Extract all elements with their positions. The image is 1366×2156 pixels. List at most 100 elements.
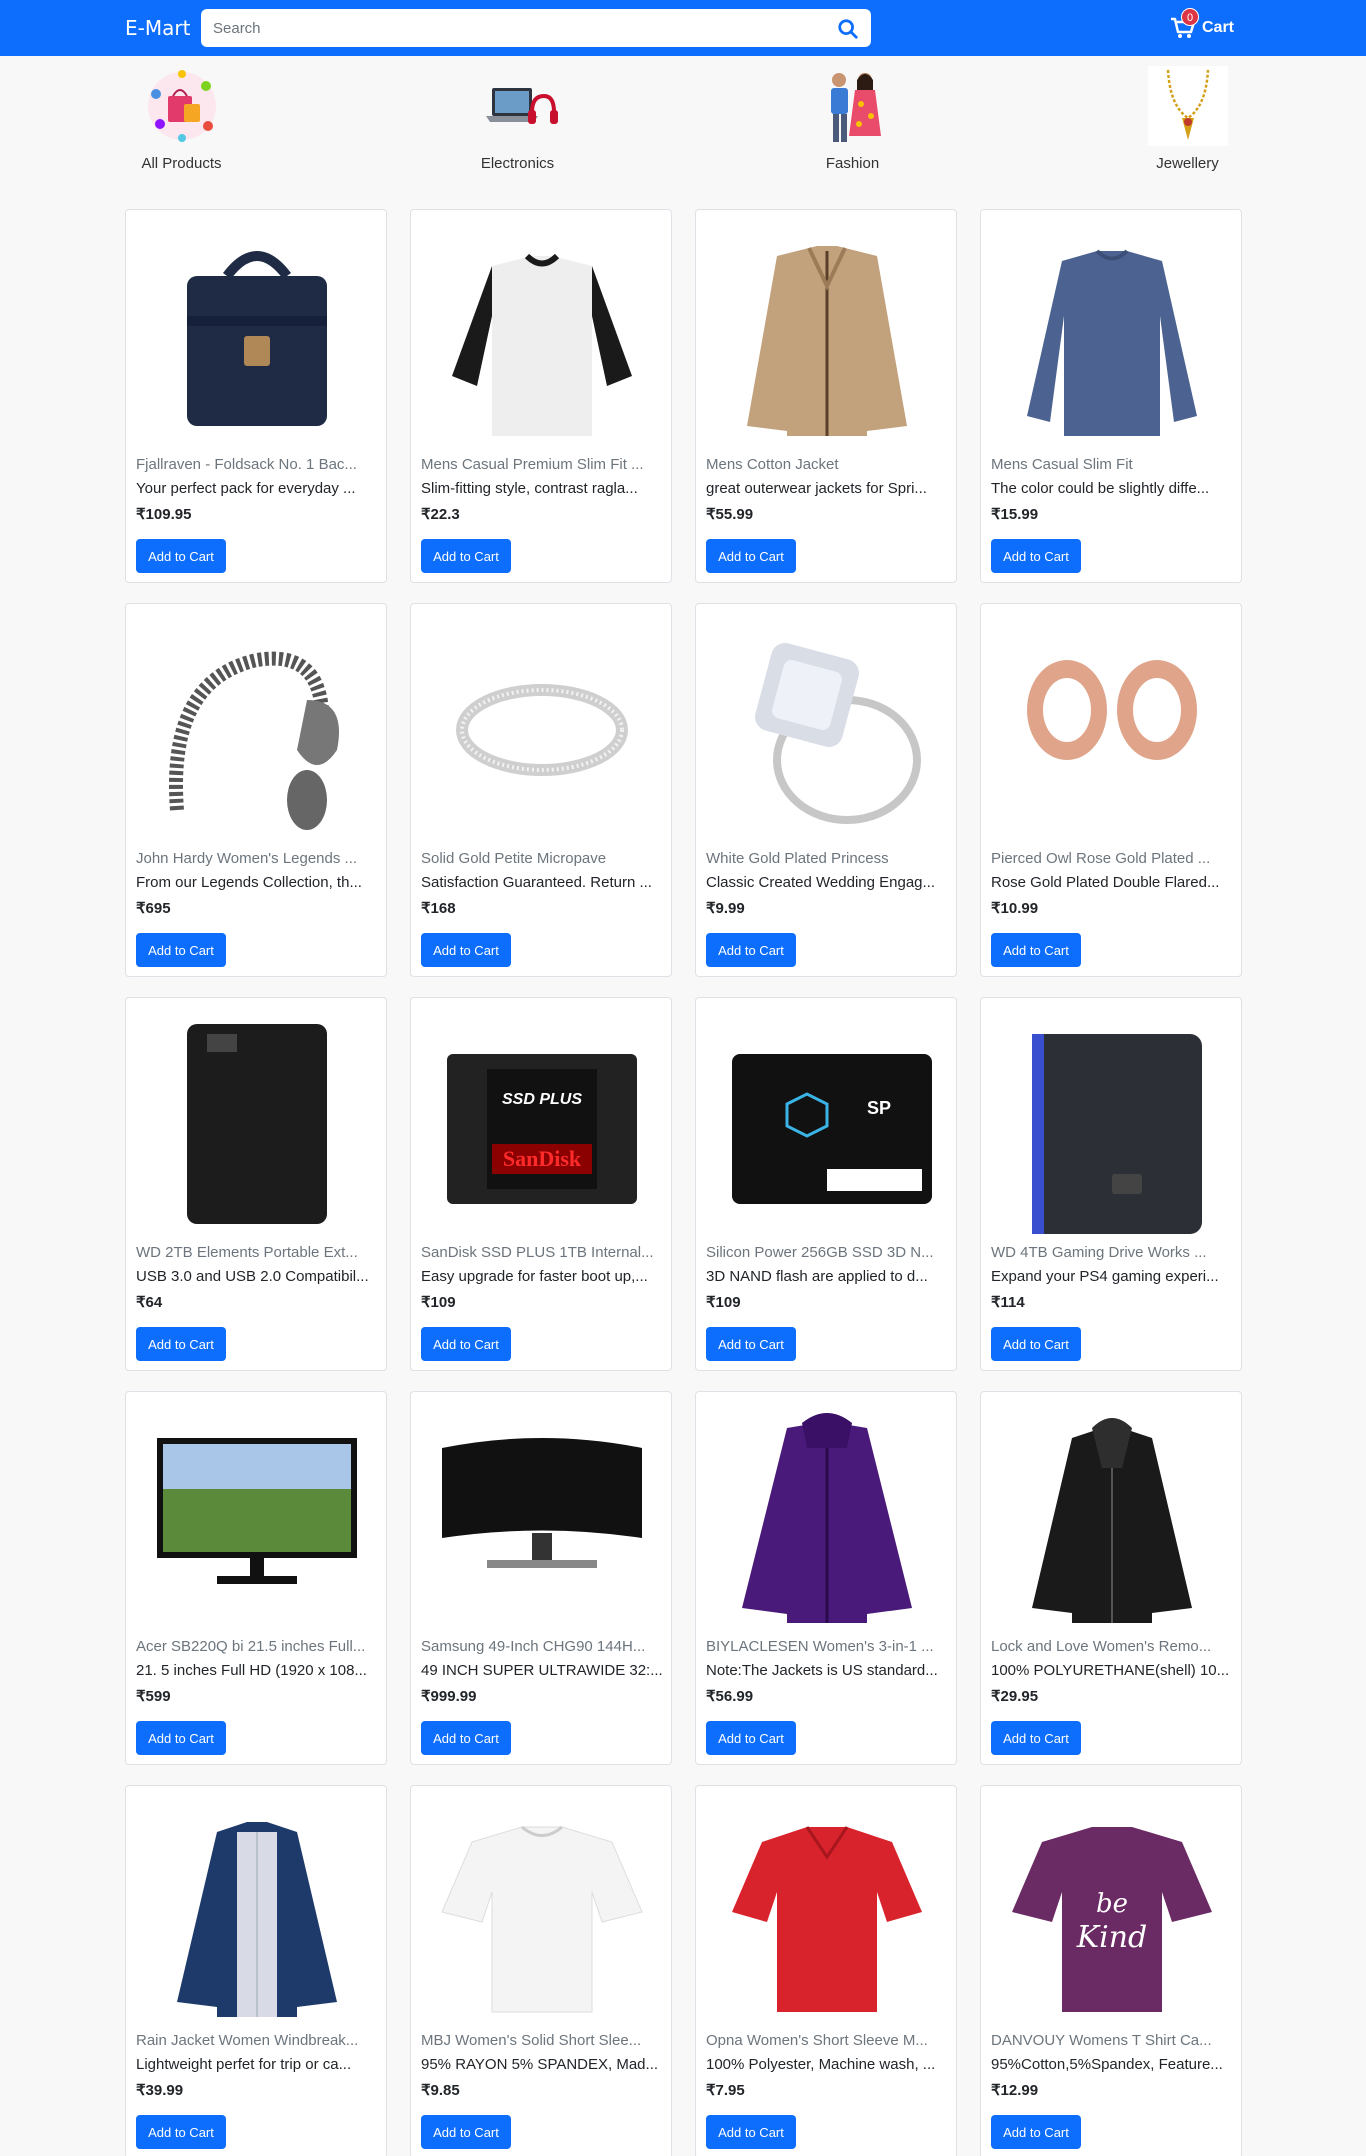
product-price: ₹109 — [706, 1294, 741, 1311]
product-title[interactable]: SanDisk SSD PLUS 1TB Internal... — [421, 1244, 667, 1261]
add-to-cart-button[interactable]: Add to Cart — [136, 1721, 226, 1755]
product-card[interactable]: Solid Gold Petite Micropave Satisfaction … — [410, 603, 672, 977]
product-image[interactable] — [425, 1798, 659, 2026]
product-image[interactable]: SP — [710, 1010, 944, 1238]
product-card[interactable]: SSD PLUS SanDisk SanDisk SSD PLUS 1TB Inte… — [410, 997, 672, 1371]
product-image[interactable] — [710, 1798, 944, 2026]
product-title[interactable]: Pierced Owl Rose Gold Plated ... — [991, 850, 1237, 867]
product-title[interactable]: Rain Jacket Women Windbreak... — [136, 2032, 382, 2049]
product-image[interactable] — [140, 1798, 374, 2026]
product-card[interactable]: Mens Casual Slim Fit The color could be s… — [980, 209, 1242, 583]
product-image[interactable] — [995, 222, 1229, 450]
product-card[interactable]: SP Silicon Power 256GB SSD 3D N... 3D NAND… — [695, 997, 957, 1371]
product-card[interactable]: Samsung 49-Inch CHG90 144H... 49 INCH SUP… — [410, 1391, 672, 1765]
category-all-products[interactable]: All Products — [134, 66, 229, 172]
product-title[interactable]: Mens Casual Slim Fit — [991, 456, 1237, 473]
add-to-cart-button[interactable]: Add to Cart — [706, 539, 796, 573]
add-to-cart-button[interactable]: Add to Cart — [421, 933, 511, 967]
add-to-cart-button[interactable]: Add to Cart — [991, 539, 1081, 573]
category-label: All Products — [141, 155, 222, 172]
product-price: ₹10.99 — [991, 900, 1039, 917]
add-to-cart-button[interactable]: Add to Cart — [136, 2115, 226, 2149]
product-cotton-jacket-image — [747, 246, 907, 436]
search-input[interactable] — [213, 9, 813, 47]
category-electronics[interactable]: Electronics — [470, 66, 565, 172]
product-image[interactable]: be Kind — [995, 1798, 1229, 2026]
product-title[interactable]: Silicon Power 256GB SSD 3D N... — [706, 1244, 952, 1261]
product-title[interactable]: Mens Cotton Jacket — [706, 456, 952, 473]
product-title[interactable]: Solid Gold Petite Micropave — [421, 850, 667, 867]
product-title[interactable]: Lock and Love Women's Remo... — [991, 1638, 1237, 1655]
product-card[interactable]: White Gold Plated Princess Classic Create… — [695, 603, 957, 977]
product-image[interactable] — [995, 1010, 1229, 1238]
product-title[interactable]: John Hardy Women's Legends ... — [136, 850, 382, 867]
product-title[interactable]: Acer SB220Q bi 21.5 inches Full... — [136, 1638, 382, 1655]
add-to-cart-button[interactable]: Add to Cart — [136, 1327, 226, 1361]
add-to-cart-button[interactable]: Add to Cart — [706, 1721, 796, 1755]
product-image[interactable] — [140, 616, 374, 844]
product-card[interactable]: Pierced Owl Rose Gold Plated ... Rose Gol… — [980, 603, 1242, 977]
product-title[interactable]: WD 2TB Elements Portable Ext... — [136, 1244, 382, 1261]
category-fashion[interactable]: Fashion — [805, 66, 900, 172]
add-to-cart-button[interactable]: Add to Cart — [991, 1327, 1081, 1361]
product-price: ₹114 — [991, 1294, 1025, 1311]
add-to-cart-button[interactable]: Add to Cart — [421, 1721, 511, 1755]
product-image[interactable] — [425, 222, 659, 450]
product-title[interactable]: BIYLACLESEN Women's 3-in-1 ... — [706, 1638, 952, 1655]
product-title[interactable]: White Gold Plated Princess — [706, 850, 952, 867]
product-card[interactable]: Fjallraven - Foldsack No. 1 Bac... Your p… — [125, 209, 387, 583]
add-to-cart-button[interactable]: Add to Cart — [706, 1327, 796, 1361]
brand-logo[interactable]: E-Mart — [125, 16, 190, 40]
add-to-cart-button[interactable]: Add to Cart — [421, 1327, 511, 1361]
add-to-cart-button[interactable]: Add to Cart — [136, 539, 226, 573]
product-title[interactable]: WD 4TB Gaming Drive Works ... — [991, 1244, 1237, 1261]
cart-button[interactable]: 0 Cart — [1170, 8, 1240, 42]
product-image[interactable] — [995, 616, 1229, 844]
category-jewellery[interactable]: Jewellery — [1140, 66, 1235, 172]
product-card[interactable]: Lock and Love Women's Remo... 100% POLYUR… — [980, 1391, 1242, 1765]
product-title[interactable]: Fjallraven - Foldsack No. 1 Bac... — [136, 456, 382, 473]
product-card[interactable]: WD 4TB Gaming Drive Works ... Expand your… — [980, 997, 1242, 1371]
add-to-cart-button[interactable]: Add to Cart — [136, 933, 226, 967]
product-title[interactable]: MBJ Women's Solid Short Slee... — [421, 2032, 667, 2049]
product-card[interactable]: Opna Women's Short Sleeve M... 100% Polye… — [695, 1785, 957, 2156]
product-card[interactable]: WD 2TB Elements Portable Ext... USB 3.0 a… — [125, 997, 387, 1371]
add-to-cart-button[interactable]: Add to Cart — [991, 1721, 1081, 1755]
product-card[interactable]: Mens Casual Premium Slim Fit ... Slim-fit… — [410, 209, 672, 583]
product-card[interactable]: be Kind DANVOUY Womens T Shirt Ca... 95%Cot… — [980, 1785, 1242, 2156]
product-card[interactable]: Acer SB220Q bi 21.5 inches Full... 21. 5 … — [125, 1391, 387, 1765]
product-image[interactable] — [710, 1404, 944, 1632]
add-to-cart-button[interactable]: Add to Cart — [991, 933, 1081, 967]
product-price: ₹15.99 — [991, 506, 1039, 523]
product-price: ₹109.95 — [136, 506, 192, 523]
product-card[interactable]: MBJ Women's Solid Short Slee... 95% RAYON… — [410, 1785, 672, 2156]
product-description: Slim-fitting style, contrast ragla... — [421, 480, 638, 497]
product-card[interactable]: Mens Cotton Jacket great outerwear jacket… — [695, 209, 957, 583]
product-title[interactable]: Samsung 49-Inch CHG90 144H... — [421, 1638, 667, 1655]
product-princess-ring-image — [755, 643, 921, 824]
add-to-cart-button[interactable]: Add to Cart — [706, 933, 796, 967]
search-icon[interactable] — [837, 18, 859, 40]
product-title[interactable]: DANVOUY Womens T Shirt Ca... — [991, 2032, 1237, 2049]
product-image[interactable] — [710, 222, 944, 450]
product-title[interactable]: Opna Women's Short Sleeve M... — [706, 2032, 952, 2049]
search-bar — [201, 9, 871, 47]
product-image[interactable] — [140, 222, 374, 450]
product-title[interactable]: Mens Casual Premium Slim Fit ... — [421, 456, 667, 473]
add-to-cart-button[interactable]: Add to Cart — [991, 2115, 1081, 2149]
add-to-cart-button[interactable]: Add to Cart — [706, 2115, 796, 2149]
svg-text:SanDisk: SanDisk — [503, 1146, 582, 1171]
product-image[interactable] — [425, 616, 659, 844]
product-image[interactable] — [710, 616, 944, 844]
product-card[interactable]: Rain Jacket Women Windbreak... Lightweigh… — [125, 1785, 387, 2156]
product-price: ₹9.85 — [421, 2082, 460, 2099]
add-to-cart-button[interactable]: Add to Cart — [421, 2115, 511, 2149]
product-image[interactable] — [425, 1404, 659, 1632]
product-image[interactable] — [140, 1010, 374, 1238]
product-image[interactable] — [140, 1404, 374, 1632]
add-to-cart-button[interactable]: Add to Cart — [421, 539, 511, 573]
product-card[interactable]: BIYLACLESEN Women's 3-in-1 ... Note:The J… — [695, 1391, 957, 1765]
product-image[interactable] — [995, 1404, 1229, 1632]
product-image[interactable]: SSD PLUS SanDisk — [425, 1010, 659, 1238]
product-card[interactable]: John Hardy Women's Legends ... From our L… — [125, 603, 387, 977]
